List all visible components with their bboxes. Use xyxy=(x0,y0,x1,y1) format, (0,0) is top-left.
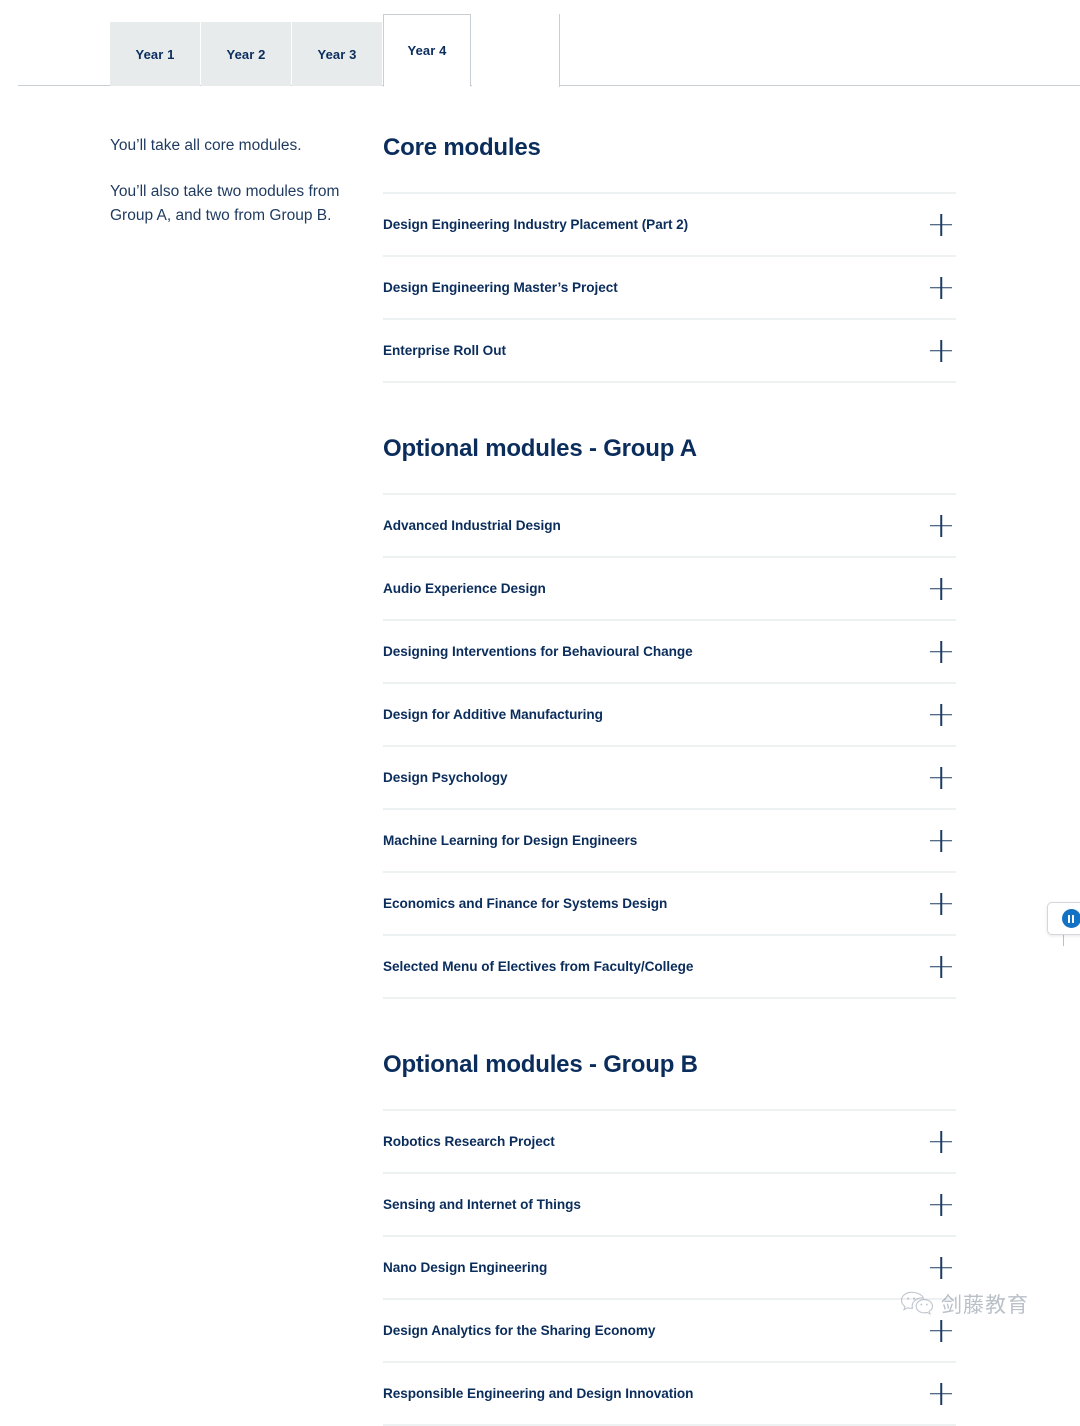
module-title: Designing Interventions for Behavioural … xyxy=(383,644,693,659)
module-accordion-row[interactable]: Selected Menu of Electives from Faculty/… xyxy=(383,936,956,999)
intro-paragraph-1: You’ll take all core modules. xyxy=(110,134,353,158)
pause-icon[interactable] xyxy=(1062,909,1080,928)
module-title: Robotics Research Project xyxy=(383,1134,555,1149)
module-accordion-row[interactable]: Audio Experience Design xyxy=(383,558,956,621)
plus-icon[interactable] xyxy=(930,578,952,600)
plus-icon[interactable] xyxy=(930,277,952,299)
module-list: Design Engineering Industry Placement (P… xyxy=(383,192,956,383)
module-accordion-row[interactable]: Design Engineering Master’s Project xyxy=(383,257,956,320)
module-title: Economics and Finance for Systems Design xyxy=(383,896,667,911)
module-title: Advanced Industrial Design xyxy=(383,518,561,533)
module-accordion-row[interactable]: Sensing and Internet of Things xyxy=(383,1174,956,1237)
plus-icon[interactable] xyxy=(930,893,952,915)
plus-icon[interactable] xyxy=(930,830,952,852)
tab-year-2[interactable]: Year 2 xyxy=(201,22,291,86)
plus-icon[interactable] xyxy=(930,1383,952,1405)
intro-paragraph-2: You’ll also take two modules from Group … xyxy=(110,180,353,228)
module-title: Design Analytics for the Sharing Economy xyxy=(383,1323,655,1338)
module-group-title: Optional modules - Group B xyxy=(383,1051,956,1079)
tab-list: Year 1Year 2Year 3Year 4 xyxy=(110,14,560,86)
module-group: Optional modules - Group A Advanced Indus… xyxy=(383,435,956,999)
module-title: Design Engineering Master’s Project xyxy=(383,280,618,295)
tab-bar-trailing-edge xyxy=(472,14,560,87)
page-content: You’ll take all core modules. You’ll als… xyxy=(0,86,1080,1426)
plus-icon[interactable] xyxy=(930,1194,952,1216)
module-accordion-row[interactable]: Design Analytics for the Sharing Economy xyxy=(383,1300,956,1363)
module-accordion-row[interactable]: Enterprise Roll Out xyxy=(383,320,956,383)
tab-year-4[interactable]: Year 4 xyxy=(383,14,471,87)
module-list: Robotics Research Project Sensing and Int… xyxy=(383,1109,956,1426)
plus-icon[interactable] xyxy=(930,956,952,978)
plus-icon[interactable] xyxy=(930,641,952,663)
module-group-title: Optional modules - Group A xyxy=(383,435,956,463)
module-title: Design Psychology xyxy=(383,770,508,785)
module-group: Core modules Design Engineering Industry … xyxy=(383,134,956,383)
pause-bar-right xyxy=(1072,915,1074,923)
plus-icon[interactable] xyxy=(930,214,952,236)
module-title: Audio Experience Design xyxy=(383,581,546,596)
module-group-title: Core modules xyxy=(383,134,956,162)
module-accordion-row[interactable]: Design Psychology xyxy=(383,747,956,810)
plus-icon[interactable] xyxy=(930,1257,952,1279)
module-title: Nano Design Engineering xyxy=(383,1260,547,1275)
module-list: Advanced Industrial Design Audio Experien… xyxy=(383,493,956,999)
module-title: Machine Learning for Design Engineers xyxy=(383,833,637,848)
module-accordion-row[interactable]: Advanced Industrial Design xyxy=(383,495,956,558)
pause-bar-left xyxy=(1068,915,1070,923)
module-accordion-row[interactable]: Machine Learning for Design Engineers xyxy=(383,810,956,873)
media-widget[interactable] xyxy=(1047,902,1080,935)
plus-icon[interactable] xyxy=(930,340,952,362)
module-title: Selected Menu of Electives from Faculty/… xyxy=(383,959,693,974)
module-title: Design for Additive Manufacturing xyxy=(383,707,603,722)
module-accordion-row[interactable]: Responsible Engineering and Design Innov… xyxy=(383,1363,956,1426)
module-accordion-row[interactable]: Designing Interventions for Behavioural … xyxy=(383,621,956,684)
module-accordion-row[interactable]: Economics and Finance for Systems Design xyxy=(383,873,956,936)
media-widget-stem xyxy=(1063,935,1064,946)
module-group: Optional modules - Group B Robotics Resea… xyxy=(383,1051,956,1426)
module-accordion-row[interactable]: Design for Additive Manufacturing xyxy=(383,684,956,747)
tab-year-1[interactable]: Year 1 xyxy=(110,22,200,86)
plus-icon[interactable] xyxy=(930,1131,952,1153)
year-tab-bar: Year 1Year 2Year 3Year 4 xyxy=(0,0,1080,86)
intro-column: You’ll take all core modules. You’ll als… xyxy=(0,134,383,1426)
plus-icon[interactable] xyxy=(930,704,952,726)
plus-icon[interactable] xyxy=(930,767,952,789)
plus-icon[interactable] xyxy=(930,1320,952,1342)
module-title: Sensing and Internet of Things xyxy=(383,1197,581,1212)
module-accordion-row[interactable]: Robotics Research Project xyxy=(383,1111,956,1174)
module-title: Enterprise Roll Out xyxy=(383,343,506,358)
modules-column: Core modules Design Engineering Industry … xyxy=(383,134,973,1426)
module-title: Responsible Engineering and Design Innov… xyxy=(383,1386,693,1401)
tab-year-3[interactable]: Year 3 xyxy=(292,22,382,86)
module-accordion-row[interactable]: Design Engineering Industry Placement (P… xyxy=(383,194,956,257)
module-title: Design Engineering Industry Placement (P… xyxy=(383,217,688,232)
module-accordion-row[interactable]: Nano Design Engineering xyxy=(383,1237,956,1300)
plus-icon[interactable] xyxy=(930,515,952,537)
